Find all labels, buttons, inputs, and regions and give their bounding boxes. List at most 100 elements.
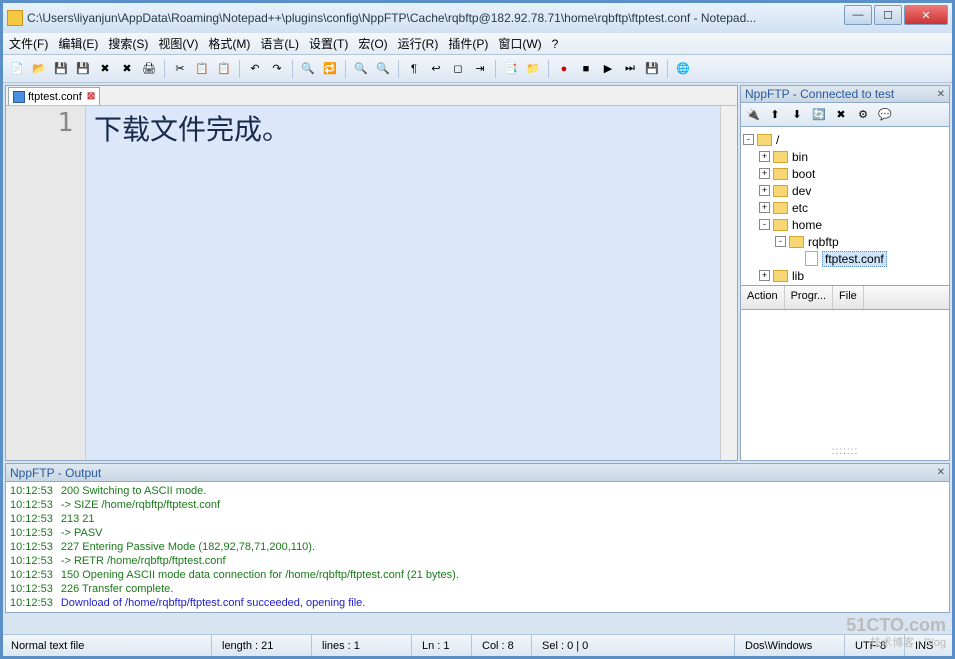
- find-icon[interactable]: 🔍: [298, 59, 318, 79]
- expand-icon[interactable]: +: [759, 151, 770, 162]
- macro-multi-icon[interactable]: ⏭: [620, 59, 640, 79]
- log-line: 10:12:53226 Transfer complete.: [10, 582, 945, 596]
- disk-icon: [13, 91, 25, 103]
- closeall-icon[interactable]: ✖: [117, 59, 137, 79]
- messages-icon[interactable]: 💬: [876, 106, 894, 124]
- paste-icon[interactable]: 📋: [214, 59, 234, 79]
- macro-rec-icon[interactable]: ●: [554, 59, 574, 79]
- folder-icon: [789, 236, 804, 248]
- tree-node[interactable]: +boot: [743, 165, 947, 182]
- menu-item[interactable]: ?: [552, 37, 559, 51]
- menu-item[interactable]: 宏(O): [358, 35, 387, 52]
- cut-icon[interactable]: ✂: [170, 59, 190, 79]
- status-bar: Normal text file length : 21 lines : 1 L…: [3, 634, 952, 656]
- undo-icon[interactable]: ↶: [245, 59, 265, 79]
- tree-node[interactable]: +etc: [743, 199, 947, 216]
- menu-item[interactable]: 语言(L): [260, 35, 299, 52]
- expand-icon[interactable]: +: [759, 168, 770, 179]
- ws-icon[interactable]: ¶: [404, 59, 424, 79]
- connect-icon[interactable]: 🔌: [744, 106, 762, 124]
- col-header[interactable]: File: [833, 286, 864, 309]
- saveall-icon[interactable]: 💾: [73, 59, 93, 79]
- menu-item[interactable]: 格式(M): [208, 35, 250, 52]
- folder-icon: [773, 219, 788, 231]
- upload-icon[interactable]: ⬆: [766, 106, 784, 124]
- tree-node[interactable]: + dev: [743, 182, 947, 199]
- line-gutter: 1: [6, 106, 86, 460]
- scrollbar-vertical[interactable]: [720, 106, 737, 460]
- log-line: 10:12:53-> SIZE /home/rqbftp/ftptest.con…: [10, 498, 945, 512]
- tree-node[interactable]: +bin: [743, 148, 947, 165]
- log-line: 10:12:53200 Switching to ASCII mode.: [10, 484, 945, 498]
- queue-header: ActionProgr...File: [740, 286, 950, 310]
- ftp-icon[interactable]: 🌐: [673, 59, 693, 79]
- closetab-icon[interactable]: ✖: [95, 59, 115, 79]
- menu-item[interactable]: 设置(T): [309, 35, 348, 52]
- editor-text[interactable]: 下载文件完成。: [86, 106, 720, 460]
- expand-icon[interactable]: +: [759, 202, 770, 213]
- file-icon: [805, 251, 818, 266]
- minimize-button[interactable]: —: [844, 5, 872, 25]
- status-length: length : 21: [211, 635, 311, 656]
- macro-save-icon[interactable]: 💾: [642, 59, 662, 79]
- log-line: 10:12:53Download of /home/rqbftp/ftptest…: [10, 596, 945, 610]
- expand-icon[interactable]: +: [759, 270, 770, 281]
- resize-grip-icon[interactable]: :::::::: [832, 446, 858, 457]
- abort-icon[interactable]: ✖: [832, 106, 850, 124]
- tree-node[interactable]: -/: [743, 131, 947, 148]
- col-header[interactable]: Action: [741, 286, 785, 309]
- app-icon: [7, 10, 23, 26]
- maximize-button[interactable]: ☐: [874, 5, 902, 25]
- ftp-tree[interactable]: -/+bin+boot+dev+etc-home-rqbftpftptest.c…: [740, 127, 950, 286]
- menu-item[interactable]: 运行(R): [398, 35, 439, 52]
- tree-node[interactable]: +lib: [743, 267, 947, 284]
- menu-item[interactable]: 搜索(S): [108, 35, 148, 52]
- tree-node[interactable]: +lib64: [743, 284, 947, 286]
- indent-icon[interactable]: ⇥: [470, 59, 490, 79]
- tree-node[interactable]: ftptest.conf: [743, 250, 947, 267]
- output-close-icon[interactable]: ✕: [937, 467, 945, 478]
- tab-close-icon[interactable]: ⊠: [87, 91, 95, 102]
- menu-item[interactable]: 视图(V): [158, 35, 198, 52]
- menu-item[interactable]: 文件(F): [9, 35, 48, 52]
- expand-icon[interactable]: -: [775, 236, 786, 247]
- file-tab[interactable]: ftptest.conf ⊠: [8, 87, 100, 105]
- wrap-icon[interactable]: ↩: [426, 59, 446, 79]
- refresh-icon[interactable]: 🔄: [810, 106, 828, 124]
- menu-item[interactable]: 编辑(E): [58, 35, 98, 52]
- macro-stop-icon[interactable]: ■: [576, 59, 596, 79]
- macro-play-icon[interactable]: ▶: [598, 59, 618, 79]
- print-icon[interactable]: 🖨: [139, 59, 159, 79]
- expand-icon[interactable]: -: [743, 134, 754, 145]
- redo-icon[interactable]: ↷: [267, 59, 287, 79]
- zoomout-icon[interactable]: 🔍: [373, 59, 393, 79]
- status-type: Normal text file: [11, 635, 211, 656]
- menu-item[interactable]: 插件(P): [448, 35, 488, 52]
- allchars-icon[interactable]: ◻: [448, 59, 468, 79]
- output-body[interactable]: 10:12:53200 Switching to ASCII mode.10:1…: [6, 482, 949, 612]
- nppftp-title: NppFTP - Connected to test ✕: [740, 85, 950, 103]
- funclist-icon[interactable]: 📑: [501, 59, 521, 79]
- expand-icon[interactable]: +: [759, 185, 770, 196]
- node-label: /: [776, 133, 779, 147]
- expand-icon[interactable]: -: [759, 219, 770, 230]
- node-label: dev: [792, 184, 811, 198]
- close-button[interactable]: [904, 5, 948, 25]
- col-header[interactable]: Progr...: [785, 286, 833, 309]
- folderview-icon[interactable]: 📁: [523, 59, 543, 79]
- tree-node[interactable]: - rqbftp: [743, 233, 947, 250]
- open-icon[interactable]: 📂: [29, 59, 49, 79]
- menu-item[interactable]: 窗口(W): [498, 35, 541, 52]
- tree-node[interactable]: -home: [743, 216, 947, 233]
- node-label: rqbftp: [808, 235, 839, 249]
- settings-icon[interactable]: ⚙: [854, 106, 872, 124]
- status-sel: Sel : 0 | 0: [531, 635, 734, 656]
- panel-close-icon[interactable]: ✕: [937, 89, 945, 100]
- download-icon[interactable]: ⬇: [788, 106, 806, 124]
- replace-icon[interactable]: 🔁: [320, 59, 340, 79]
- zoomin-icon[interactable]: 🔍: [351, 59, 371, 79]
- log-line: 10:12:53-> RETR /home/rqbftp/ftptest.con…: [10, 554, 945, 568]
- save-icon[interactable]: 💾: [51, 59, 71, 79]
- new-icon[interactable]: 📄: [7, 59, 27, 79]
- copy-icon[interactable]: 📋: [192, 59, 212, 79]
